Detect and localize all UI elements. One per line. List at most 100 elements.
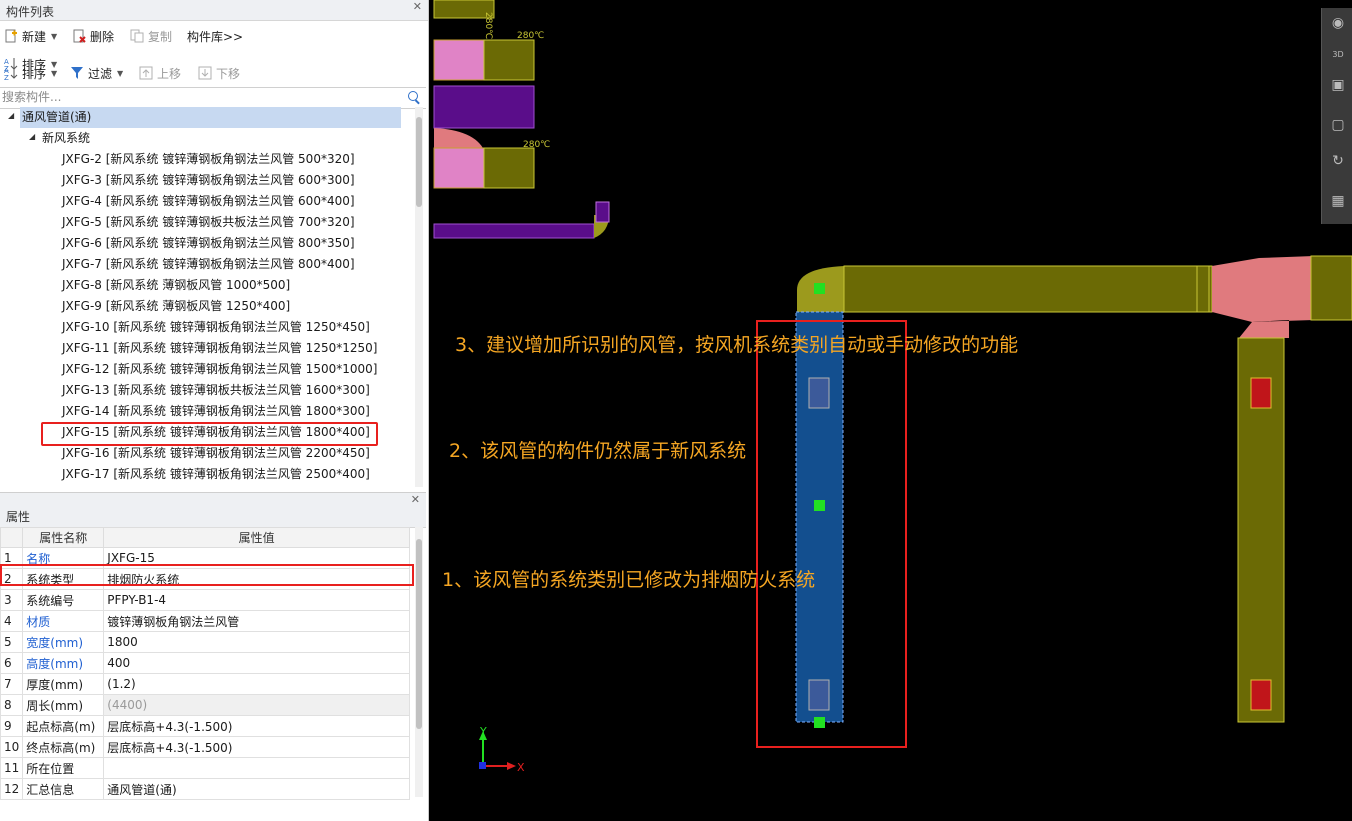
tree-item[interactable]: JXFG-7 [新风系统 镀锌薄钢板角钢法兰风管 800*400] bbox=[62, 254, 355, 274]
properties-panel-title: 属性 bbox=[6, 510, 31, 524]
tree-scrollbar-thumb[interactable] bbox=[416, 117, 422, 207]
property-value[interactable]: PFPY-B1-4 bbox=[103, 589, 410, 611]
highlight-box-duct bbox=[756, 320, 907, 748]
highlight-box-item bbox=[41, 422, 378, 446]
property-row[interactable]: 6 高度(mm) 400 bbox=[0, 652, 410, 674]
grille-icon bbox=[1250, 377, 1272, 409]
tree-group[interactable]: 新风系统 bbox=[42, 128, 90, 148]
property-value[interactable]: (4400) bbox=[103, 694, 410, 716]
new-button[interactable]: 新建 ▼ bbox=[4, 27, 57, 45]
property-value[interactable]: 层底标高+4.3(-1.500) bbox=[103, 736, 410, 758]
filter-button[interactable]: 过滤 ▼ bbox=[70, 64, 123, 82]
tree-item[interactable]: JXFG-2 [新风系统 镀锌薄钢板角钢法兰风管 500*320] bbox=[62, 149, 355, 169]
drawing-canvas[interactable]: 280℃ 280℃ 280℃ Y X 3、建议增加所识别的风管，按风机系统类别自… bbox=[429, 0, 1352, 821]
property-value[interactable]: 通风管道(通) bbox=[103, 778, 410, 800]
sort-icon: AZ bbox=[4, 66, 18, 82]
arrow-up-icon bbox=[139, 66, 153, 80]
annotation-1: 1、该风管的系统类别已修改为排烟防火系统 bbox=[442, 569, 816, 591]
property-row[interactable]: 12 汇总信息 通风管道(通) bbox=[0, 778, 410, 800]
tree-item[interactable]: JXFG-9 [新风系统 薄钢板风管 1250*400] bbox=[62, 296, 290, 316]
duct-elbow bbox=[434, 128, 484, 150]
property-row[interactable]: 11 所在位置 bbox=[0, 757, 410, 779]
property-name: 起点标高(m) bbox=[22, 715, 105, 737]
property-value[interactable] bbox=[103, 757, 410, 779]
tree-item[interactable]: JXFG-10 [新风系统 镀锌薄钢板角钢法兰风管 1250*450] bbox=[62, 317, 370, 337]
grid-icon[interactable]: ▦ bbox=[1327, 190, 1349, 212]
tree-item[interactable]: JXFG-17 [新风系统 镀锌薄钢板角钢法兰风管 2500*400] bbox=[62, 464, 370, 484]
property-name: 高度(mm) bbox=[22, 652, 105, 674]
property-value[interactable]: (1.2) bbox=[103, 673, 410, 695]
grip-point[interactable] bbox=[814, 283, 825, 294]
property-row[interactable]: 3 系统编号 PFPY-B1-4 bbox=[0, 589, 410, 611]
property-number: 5 bbox=[0, 631, 24, 653]
properties-scrollbar[interactable] bbox=[415, 527, 423, 797]
tree-item[interactable]: JXFG-3 [新风系统 镀锌薄钢板角钢法兰风管 600*300] bbox=[62, 170, 355, 190]
tree-root[interactable]: 通风管道(通) bbox=[22, 107, 91, 127]
arrow-down-icon bbox=[198, 66, 212, 80]
property-name: 系统编号 bbox=[22, 589, 105, 611]
property-name: 汇总信息 bbox=[22, 778, 105, 800]
close-icon[interactable]: ✕ bbox=[411, 493, 420, 506]
grille-icon bbox=[1250, 679, 1272, 711]
chevron-down-icon: ▼ bbox=[51, 31, 58, 41]
property-value[interactable]: 1800 bbox=[103, 631, 410, 653]
svg-text:Z: Z bbox=[4, 74, 9, 80]
move-up-button[interactable]: 上移 bbox=[139, 64, 181, 82]
highlight-box-system-type bbox=[0, 564, 414, 586]
tree-item[interactable]: JXFG-16 [新风系统 镀锌薄钢板角钢法兰风管 2200*450] bbox=[62, 443, 370, 463]
component-search bbox=[0, 87, 426, 109]
tree-item[interactable]: JXFG-8 [新风系统 薄钢板风管 1000*500] bbox=[62, 275, 290, 295]
property-row[interactable]: 4 材质 镀锌薄钢板角钢法兰风管 bbox=[0, 610, 410, 632]
property-row[interactable]: 8 周长(mm) (4400) bbox=[0, 694, 410, 716]
damper-icon bbox=[595, 201, 610, 223]
duct-transition bbox=[1212, 256, 1314, 338]
delete-button[interactable]: 删除 bbox=[72, 27, 114, 45]
new-file-icon bbox=[4, 29, 18, 43]
property-value[interactable]: 400 bbox=[103, 652, 410, 674]
property-row[interactable]: 5 宽度(mm) 1800 bbox=[0, 631, 410, 653]
search-icon[interactable] bbox=[408, 91, 418, 101]
close-icon[interactable]: ✕ bbox=[413, 0, 422, 13]
duct-segment-purple bbox=[433, 223, 595, 239]
property-value[interactable]: 镀锌薄钢板角钢法兰风管 bbox=[103, 610, 410, 632]
components-panel-title: 构件列表 bbox=[6, 5, 55, 19]
properties-scrollbar-thumb[interactable] bbox=[416, 539, 422, 729]
component-library-button[interactable]: 构件库>> bbox=[187, 27, 243, 45]
tree-item[interactable]: JXFG-5 [新风系统 镀锌薄钢板共板法兰风管 700*320] bbox=[62, 212, 355, 232]
sort-button[interactable]: AZ 排序 ▼ bbox=[4, 64, 57, 83]
view-toolbar: ◉ 3D ▣ ▢ ↻ ▦ bbox=[1321, 8, 1352, 224]
view-3d-button[interactable]: 3D bbox=[1327, 44, 1349, 66]
y-axis-label: Y bbox=[479, 725, 487, 738]
x-axis-arrow bbox=[507, 762, 516, 770]
tree-item[interactable]: JXFG-11 [新风系统 镀锌薄钢板角钢法兰风管 1250*1250] bbox=[62, 338, 377, 358]
property-number: 9 bbox=[0, 715, 24, 737]
collapse-icon[interactable]: ◢ bbox=[29, 132, 35, 141]
cube-icon[interactable]: ▣ bbox=[1327, 74, 1349, 96]
col-value: 属性值 bbox=[103, 527, 410, 548]
tree-item[interactable]: JXFG-13 [新风系统 镀锌薄钢板共板法兰风管 1600*300] bbox=[62, 380, 370, 400]
copy-button[interactable]: 复制 bbox=[130, 27, 172, 45]
collapse-icon[interactable]: ◢ bbox=[8, 111, 14, 120]
property-number: 10 bbox=[0, 736, 24, 758]
property-name: 终点标高(m) bbox=[22, 736, 105, 758]
box-icon[interactable]: ▢ bbox=[1327, 114, 1349, 136]
copy-icon bbox=[130, 29, 144, 43]
tree-scrollbar[interactable] bbox=[415, 107, 423, 487]
property-value[interactable]: 层底标高+4.3(-1.500) bbox=[103, 715, 410, 737]
property-row[interactable]: 9 起点标高(m) 层底标高+4.3(-1.500) bbox=[0, 715, 410, 737]
property-row[interactable]: 7 厚度(mm) (1.2) bbox=[0, 673, 410, 695]
rotate-icon[interactable]: ↻ bbox=[1327, 150, 1349, 172]
components-panel-header: 构件列表 ✕ bbox=[0, 0, 428, 21]
tree-item[interactable]: JXFG-6 [新风系统 镀锌薄钢板角钢法兰风管 800*350] bbox=[62, 233, 355, 253]
sphere-icon[interactable]: ◉ bbox=[1327, 12, 1349, 34]
move-down-button[interactable]: 下移 bbox=[198, 64, 240, 82]
tree-item[interactable]: JXFG-4 [新风系统 镀锌薄钢板角钢法兰风管 600*400] bbox=[62, 191, 355, 211]
filter-icon bbox=[70, 66, 84, 80]
property-name: 材质 bbox=[22, 610, 105, 632]
delete-icon bbox=[72, 29, 86, 43]
tree-item[interactable]: JXFG-12 [新风系统 镀锌薄钢板角钢法兰风管 1500*1000] bbox=[62, 359, 377, 379]
toolbar-row1: 新建 ▼ 删除 复制 构件库>> bbox=[0, 21, 428, 49]
tree-item[interactable]: JXFG-14 [新风系统 镀锌薄钢板角钢法兰风管 1800*300] bbox=[62, 401, 370, 421]
search-input[interactable] bbox=[0, 88, 397, 106]
property-row[interactable]: 10 终点标高(m) 层底标高+4.3(-1.500) bbox=[0, 736, 410, 758]
